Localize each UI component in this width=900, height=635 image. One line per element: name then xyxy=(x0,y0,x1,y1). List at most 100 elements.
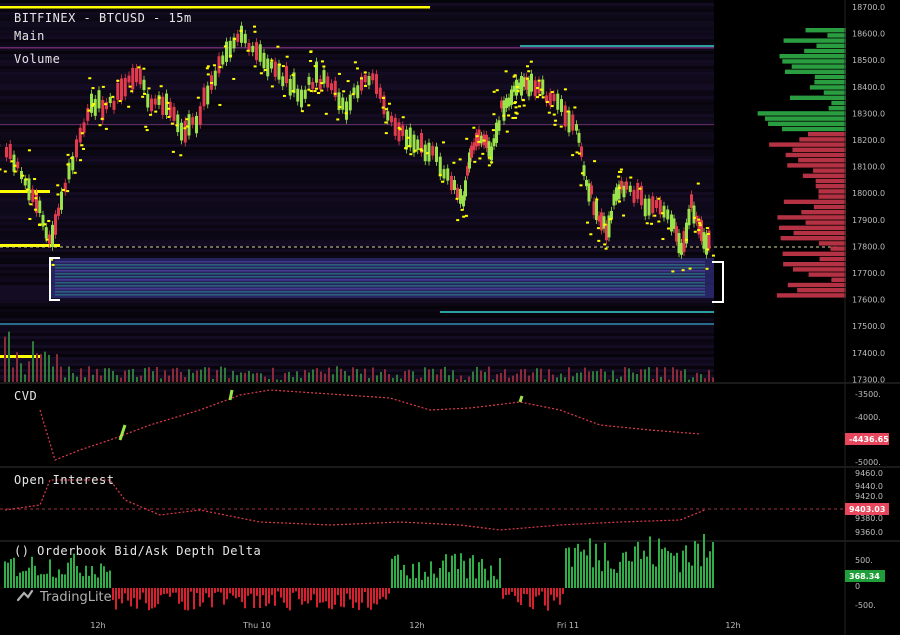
oi-axis-label: 9460.0 xyxy=(855,469,883,478)
volume-bar xyxy=(704,378,706,382)
trade-dot xyxy=(513,102,517,105)
price-axis-label: 17900.0 xyxy=(852,216,885,225)
depth-bar xyxy=(361,588,363,603)
trade-dot xyxy=(359,77,363,80)
depth-bar xyxy=(319,588,321,603)
candle-body xyxy=(435,146,438,162)
depth-bar xyxy=(325,588,327,602)
candle-body xyxy=(416,139,420,151)
trade-dot xyxy=(98,124,102,127)
volume-bar xyxy=(540,368,542,382)
volume-bar xyxy=(424,367,426,382)
trade-dot xyxy=(342,90,346,93)
depth-bar xyxy=(388,588,390,594)
depth-bar xyxy=(229,588,231,594)
heatmap-band xyxy=(0,120,714,123)
depth-bar xyxy=(160,588,162,596)
oi-axis-label: 9420.0 xyxy=(855,492,883,501)
volume-bar xyxy=(364,368,366,382)
heatmap-band xyxy=(0,156,714,159)
candle-body xyxy=(311,82,315,89)
heatmap-band xyxy=(0,300,714,303)
depth-bar xyxy=(556,588,558,598)
trade-dot xyxy=(320,89,324,92)
trade-dot xyxy=(337,72,341,75)
trade-dot xyxy=(554,119,557,122)
depth-bar xyxy=(193,588,195,610)
trade-dot xyxy=(206,73,210,76)
trade-dot xyxy=(597,239,601,242)
depth-bar xyxy=(109,570,111,588)
volume-bar xyxy=(368,378,370,382)
candle-body xyxy=(307,76,311,85)
depth-bar xyxy=(28,567,30,588)
depth-bar xyxy=(517,588,519,603)
depth-bar xyxy=(121,588,123,604)
depth-bar xyxy=(616,572,618,588)
heatmap-band xyxy=(0,39,714,42)
depth-bar xyxy=(397,554,399,588)
candle-body xyxy=(38,200,42,214)
profile-bar xyxy=(780,236,846,241)
trade-dot xyxy=(595,198,599,201)
trade-dot xyxy=(51,263,55,266)
heatmap-band xyxy=(0,57,714,60)
trade-dot xyxy=(441,180,445,183)
trade-dot xyxy=(617,186,621,189)
candle-body xyxy=(563,105,567,127)
depth-bar xyxy=(52,576,54,588)
depth-bar xyxy=(163,588,165,595)
depth-bar xyxy=(523,588,525,594)
trade-dot xyxy=(147,87,151,90)
depth-bar xyxy=(313,588,315,595)
volume-bar xyxy=(380,371,382,382)
depth-bar xyxy=(496,579,498,588)
candle-body xyxy=(393,117,397,136)
candle-body xyxy=(127,75,131,83)
depth-bar xyxy=(409,578,411,588)
depth-bar xyxy=(271,588,273,596)
trade-dot xyxy=(186,125,190,128)
trade-dot xyxy=(481,152,485,155)
volume-bar xyxy=(524,368,526,382)
depth-bar xyxy=(592,567,594,588)
volume-bar xyxy=(452,370,454,382)
volume-bar xyxy=(348,375,350,382)
oi-value-text: 9403.03 xyxy=(849,505,885,514)
trade-dot xyxy=(666,227,670,230)
liquidity-line xyxy=(55,261,705,263)
trade-dot xyxy=(143,92,147,95)
trade-dot xyxy=(462,215,466,218)
price-axis-label: 17700.0 xyxy=(852,269,885,278)
trade-dot xyxy=(604,247,608,250)
volume-bar xyxy=(488,366,490,382)
candle-body xyxy=(658,200,662,215)
heatmap-band xyxy=(0,180,714,183)
profile-bar xyxy=(831,277,846,282)
volume-bar xyxy=(60,366,62,382)
trade-dot xyxy=(0,168,2,171)
liquidity-line xyxy=(55,291,705,293)
heatmap-band xyxy=(0,339,714,342)
heatmap-band xyxy=(0,201,714,204)
time-axis-label: 12h xyxy=(725,621,740,630)
depth-bar xyxy=(439,567,441,588)
depth-bar xyxy=(466,578,468,588)
heatmap-band xyxy=(0,168,714,171)
trade-dot xyxy=(515,86,519,89)
trade-dot xyxy=(571,154,575,157)
liquidity-line xyxy=(55,285,705,287)
candle-body xyxy=(202,87,206,107)
depth-bar xyxy=(91,566,93,588)
depth-bar xyxy=(448,572,450,588)
trade-dot xyxy=(573,106,577,109)
depth-bar xyxy=(625,551,627,588)
volume-bar xyxy=(592,371,594,382)
trade-dot xyxy=(458,158,462,161)
depth-bar xyxy=(253,588,255,609)
chart-canvas[interactable]: 18700.0 18600.0 18500.0 18400.0 18300.0 18200… xyxy=(0,0,900,635)
depth-bar xyxy=(169,588,171,597)
trade-dot xyxy=(34,192,38,195)
depth-bar xyxy=(478,562,480,588)
trade-dot xyxy=(537,79,541,82)
